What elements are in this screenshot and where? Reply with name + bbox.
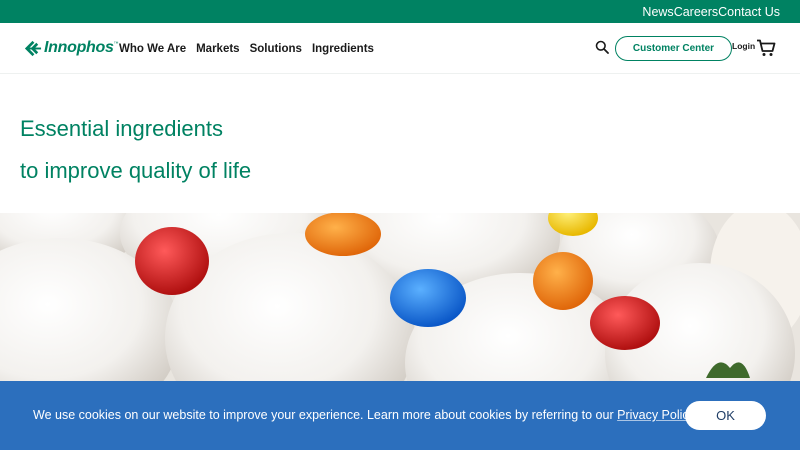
nav-ingredients[interactable]: Ingredients <box>312 43 374 55</box>
privacy-policy-link[interactable]: Privacy Policy <box>617 408 694 422</box>
careers-link[interactable]: Careers <box>674 5 718 19</box>
hero-line-1: Essential ingredients <box>20 116 224 141</box>
contact-us-link[interactable]: Contact Us <box>718 5 780 19</box>
cookie-message-text: We use cookies on our website to improve… <box>33 408 618 422</box>
logo-text: Innophos <box>44 39 114 56</box>
cookie-message: We use cookies on our website to improve… <box>33 408 697 422</box>
utility-bar: News Careers Contact Us <box>0 0 800 23</box>
login-link[interactable]: Login <box>732 41 755 51</box>
primary-nav: Who We Are Markets Solutions Ingredients <box>119 23 384 74</box>
search-icon[interactable] <box>595 40 609 54</box>
innophos-logo[interactable]: Innophos ™ <box>23 37 119 59</box>
nav-markets[interactable]: Markets <box>196 43 239 55</box>
customer-center-button[interactable]: Customer Center <box>615 36 732 61</box>
logo-trademark: ™ <box>113 41 119 47</box>
logo-mark-icon <box>24 40 42 56</box>
cookie-consent-bar: We use cookies on our website to improve… <box>0 381 800 450</box>
hero-line-2: to improve quality of life <box>20 158 252 183</box>
main-header: Innophos ™ Who We Are Markets Solutions … <box>0 23 800 74</box>
utility-links: News Careers Contact Us <box>642 0 780 23</box>
nav-solutions[interactable]: Solutions <box>250 43 302 55</box>
hero-heading: Essential ingredients to improve quality… <box>20 108 251 192</box>
nav-who-we-are[interactable]: Who We Are <box>119 43 186 55</box>
news-link[interactable]: News <box>642 5 673 19</box>
cart-icon[interactable] <box>756 39 776 57</box>
cookie-ok-button[interactable]: OK <box>685 401 766 430</box>
